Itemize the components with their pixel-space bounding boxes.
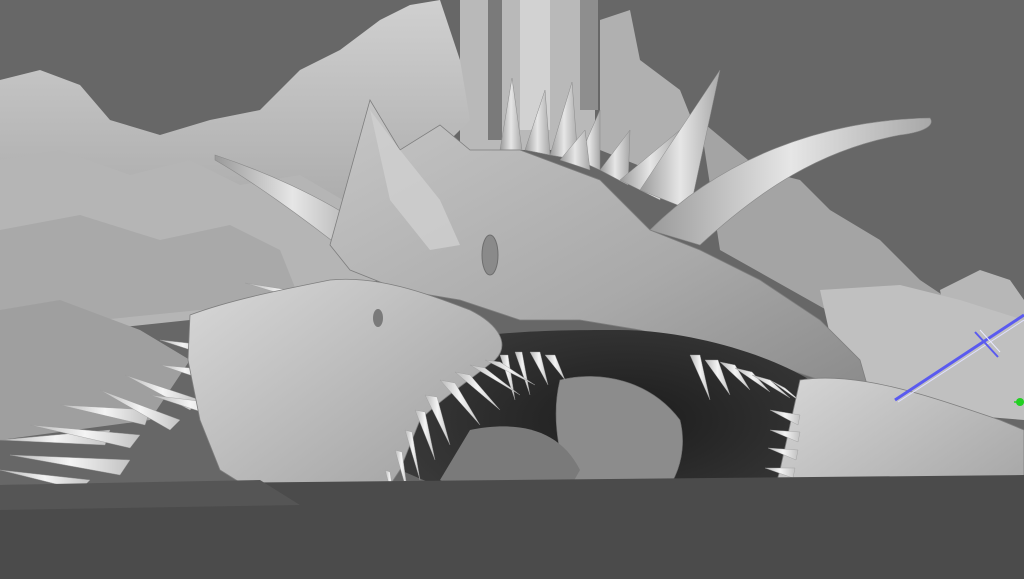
viewport-canvas[interactable] bbox=[0, 0, 1024, 579]
3d-viewport[interactable] bbox=[0, 0, 1024, 579]
background-pillar bbox=[460, 0, 598, 150]
dragon-eye bbox=[481, 234, 499, 276]
ground-shadow bbox=[0, 480, 300, 510]
dragon-nostril bbox=[373, 309, 383, 327]
